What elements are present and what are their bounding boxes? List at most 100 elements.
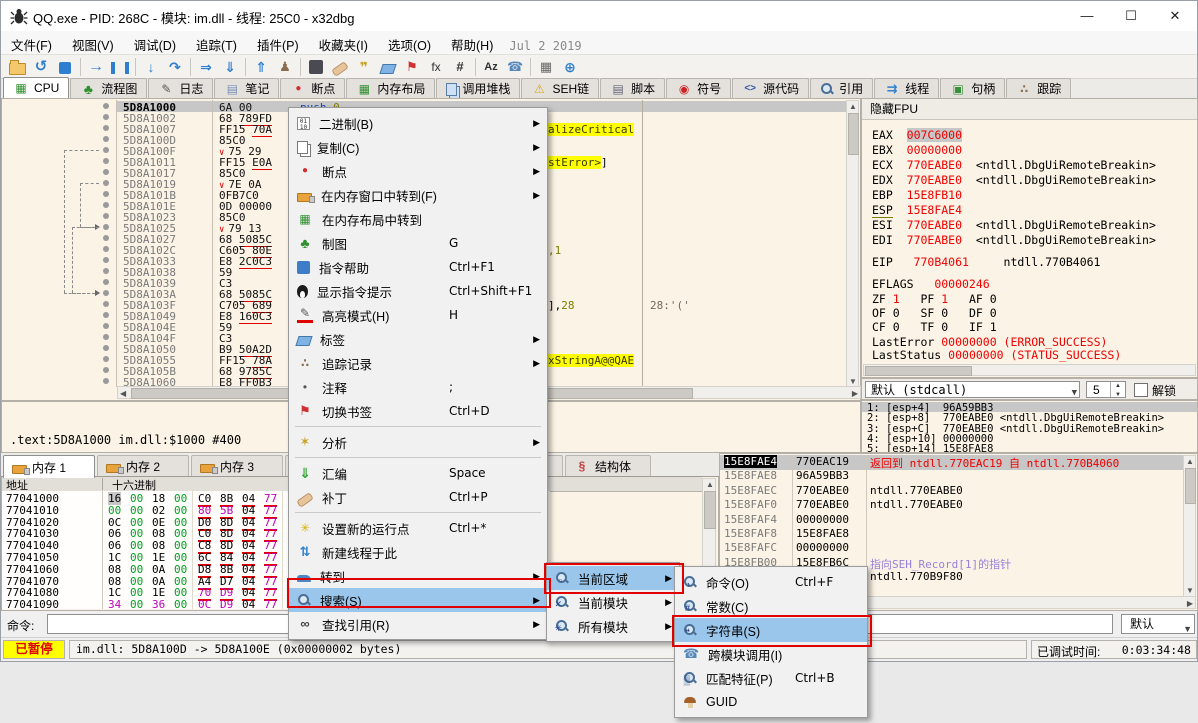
tab-句柄[interactable]: ▣句柄 xyxy=(940,78,1005,98)
menu-item-所有模块[interactable]: ✳所有模块▶ xyxy=(547,614,679,638)
pause-icon[interactable] xyxy=(108,56,132,78)
menu-item-搜索S[interactable]: 搜索(S)▶ xyxy=(289,588,547,612)
run-to-user-code-icon[interactable]: ⇑ xyxy=(249,56,273,78)
register-row[interactable]: ESP 15E8FAE4 xyxy=(872,203,962,217)
constants-icon[interactable]: # xyxy=(448,56,472,78)
argument-count-spinner[interactable]: 5 ▲▼ xyxy=(1086,381,1126,398)
tab-内存 1[interactable]: 内存 1 xyxy=(3,455,95,478)
tab-内存 2[interactable]: 内存 2 xyxy=(97,455,189,476)
tab-结构体[interactable]: §结构体 xyxy=(565,455,651,476)
menu-item-查找引用R[interactable]: ∞查找引用(R)▶ xyxy=(289,612,547,636)
menu-item-常数C[interactable]: #常数(C) xyxy=(675,594,867,618)
step-into-icon[interactable]: ↓ xyxy=(139,56,163,78)
calling-convention-select[interactable]: 默认 (stdcall)▼ xyxy=(865,381,1080,398)
menu-item-注释[interactable]: •注释; xyxy=(289,375,547,399)
stack-row[interactable]: 15E8FAFC00000000 xyxy=(720,541,1183,556)
last-error-row[interactable]: LastError 00000000 (ERROR_SUCCESS) xyxy=(872,335,1107,349)
tab-CPU[interactable]: ▦CPU xyxy=(3,77,69,98)
tab-日志[interactable]: ✎日志 xyxy=(148,78,213,98)
menu-item-汇编[interactable]: ⇓汇编Space xyxy=(289,461,547,485)
disasm-vscrollbar[interactable]: ▲ ▼ xyxy=(846,100,859,388)
patch-icon[interactable] xyxy=(328,56,352,78)
tab-调用堆栈[interactable]: 调用堆栈 xyxy=(436,78,520,98)
menu-item-GUID[interactable]: GUID xyxy=(675,690,867,714)
tab-符号[interactable]: ◉符号 xyxy=(666,78,731,98)
registers-hscrollbar[interactable] xyxy=(863,364,1196,376)
stack-row[interactable]: 15E8FAF0770EABE0ntdll.770EABE0 xyxy=(720,498,1183,513)
stop-animation-icon[interactable] xyxy=(304,56,328,78)
tab-SEH链[interactable]: ⚠SEH链 xyxy=(521,78,599,98)
menu-item-跨模块调用I[interactable]: ☎跨模块调用(I) xyxy=(675,642,867,666)
run-icon[interactable]: → xyxy=(84,56,108,78)
menu-item-命令O[interactable]: ›命令(O)Ctrl+F xyxy=(675,570,867,594)
register-row-eip[interactable]: EIP 770B4061 ntdll.770B4061 xyxy=(872,255,1101,269)
menu-item-转到[interactable]: 转到▶ xyxy=(289,564,547,588)
tab-内存布局[interactable]: ▦内存布局 xyxy=(346,78,435,98)
functions-icon[interactable]: fx xyxy=(424,56,448,78)
maximize-button[interactable]: ☐ xyxy=(1109,1,1153,30)
argument-row[interactable]: 3: [esp+C] 770EABE0 <ntdll.DbgUiRemoteBr… xyxy=(862,423,1198,433)
argument-row[interactable]: 1: [esp+4] 96A59BB3 xyxy=(862,402,1198,412)
menu-item-复制C[interactable]: 复制(C)▶ xyxy=(289,135,547,159)
argument-row[interactable]: 4: [esp+10] 00000000 xyxy=(862,433,1198,443)
menu-item-切换书签[interactable]: ⚑切换书签Ctrl+D xyxy=(289,399,547,423)
minimize-button[interactable]: — xyxy=(1065,1,1109,30)
flags-row[interactable]: CF 0 TF 0 IF 1 xyxy=(872,320,1017,334)
stack-row[interactable]: 15E8FAF815E8FAE8 xyxy=(720,527,1183,542)
open-file-icon[interactable] xyxy=(5,56,29,78)
stack-row[interactable]: 15E8FAE896A59BB3 xyxy=(720,469,1183,484)
unlock-checkbox[interactable] xyxy=(1134,383,1148,397)
stop-debuggee-icon[interactable] xyxy=(53,56,77,78)
stack-row[interactable]: 15E8FAF400000000 xyxy=(720,513,1183,528)
stack-row[interactable]: 15E8FAE4770EAC19返回到 ntdll.770EAC19 自 ntd… xyxy=(720,455,1183,470)
case-sensitive-icon[interactable]: Az xyxy=(479,56,503,78)
tab-引用[interactable]: 引用 xyxy=(810,78,873,98)
tab-断点[interactable]: ●断点 xyxy=(280,78,345,98)
argument-row[interactable]: 2: [esp+8] 770EABE0 <ntdll.DbgUiRemoteBr… xyxy=(862,412,1198,422)
flags-row[interactable]: ZF 1 PF 1 AF 0 xyxy=(872,292,1017,306)
menu-item-标签[interactable]: 标签▶ xyxy=(289,327,547,351)
breakpoint-dot[interactable] xyxy=(103,103,109,109)
tab-源代码[interactable]: <>源代码 xyxy=(732,78,809,98)
tab-流程图[interactable]: ♣流程图 xyxy=(70,78,147,98)
menu-item-在内存窗口中转到F[interactable]: 在内存窗口中转到(F)▶ xyxy=(289,183,547,207)
menu-item-当前区域[interactable]: ▫当前区域▶ xyxy=(547,566,679,590)
bookmarks-icon[interactable]: ⚑ xyxy=(400,56,424,78)
menu-item-高亮模式H[interactable]: ✎高亮模式(H)H xyxy=(289,303,547,327)
tab-笔记[interactable]: ▤笔记 xyxy=(214,78,279,98)
step-over-icon[interactable]: ↷ xyxy=(163,56,187,78)
menu-item-分析[interactable]: ✶分析▶ xyxy=(289,430,547,454)
register-row[interactable]: ECX 770EABE0 <ntdll.DbgUiRemoteBreakin> xyxy=(872,158,1156,172)
switch-thread-icon[interactable]: ♟ xyxy=(273,56,297,78)
step-out-icon[interactable]: ⇓ xyxy=(218,56,242,78)
last-status-row[interactable]: LastStatus 00000000 (STATUS_SUCCESS) xyxy=(872,348,1121,362)
spinner-arrows-icon[interactable]: ▲▼ xyxy=(1110,382,1125,397)
restart-icon[interactable]: ↺ xyxy=(29,56,53,78)
menu-item-当前模块[interactable]: ✕当前模块▶ xyxy=(547,590,679,614)
menu-item-补丁[interactable]: 补丁Ctrl+P xyxy=(289,485,547,509)
argument-row[interactable]: 5: [esp+14] 15E8FAE8 xyxy=(862,443,1198,453)
register-row[interactable]: EBP 15E8FB10 xyxy=(872,188,962,202)
stack-vscrollbar[interactable]: ▲ ▼ xyxy=(1183,455,1196,597)
menu-item-设置新的运行点[interactable]: ✳设置新的运行点Ctrl+* xyxy=(289,516,547,540)
calculator-icon[interactable]: ▦ xyxy=(534,56,558,78)
menu-item-追踪记录[interactable]: ∴追踪记录▶ xyxy=(289,351,547,375)
tab-跟踪[interactable]: ∴跟踪 xyxy=(1006,78,1071,98)
menu-item-显示指令提示[interactable]: 显示指令提示Ctrl+Shift+F1 xyxy=(289,279,547,303)
comments-icon[interactable]: ❞ xyxy=(352,56,376,78)
tab-脚本[interactable]: ▤脚本 xyxy=(600,78,665,98)
register-row[interactable]: EAX 007C6000 xyxy=(872,128,962,142)
internet-icon[interactable]: ⊕ xyxy=(558,56,582,78)
tab-线程[interactable]: ⇉线程 xyxy=(874,78,939,98)
close-button[interactable]: ✕ xyxy=(1153,1,1197,30)
menu-item-制图[interactable]: ♣制图G xyxy=(289,231,547,255)
menu-item-新建线程于此[interactable]: ⇅新建线程于此 xyxy=(289,540,547,564)
stack-row[interactable]: 15E8FAEC770EABE0ntdll.770EABE0 xyxy=(720,484,1183,499)
register-row[interactable]: EDX 770EABE0 <ntdll.DbgUiRemoteBreakin> xyxy=(872,173,1156,187)
menu-item-二进制B[interactable]: 二进制(B)▶ xyxy=(289,111,547,135)
flags-row[interactable]: OF 0 SF 0 DF 0 xyxy=(872,306,1017,320)
register-row[interactable]: EBX 00000000 xyxy=(872,143,962,157)
execute-till-return-icon[interactable]: ⇒ xyxy=(194,56,218,78)
menu-item-匹配特征P[interactable]: ▒匹配特征(P)Ctrl+B xyxy=(675,666,867,690)
register-row[interactable]: EDI 770EABE0 <ntdll.DbgUiRemoteBreakin> xyxy=(872,233,1156,247)
